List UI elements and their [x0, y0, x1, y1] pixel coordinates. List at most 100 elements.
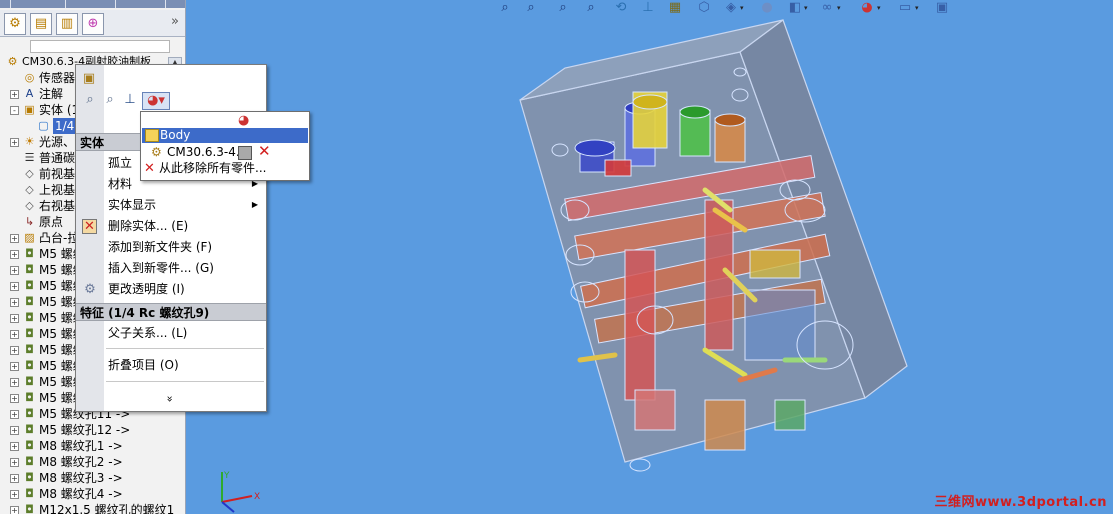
part-appearance-item[interactable]: CM30.6.3-4... — [167, 145, 247, 160]
display-style-icon[interactable]: ⬡ — [696, 0, 712, 16]
expand-icon[interactable]: + — [10, 394, 19, 403]
remove-appearance-icon[interactable]: ✕ — [258, 142, 271, 160]
tree-filter-input[interactable] — [30, 40, 170, 53]
expand-icon[interactable]: + — [10, 506, 19, 514]
normal-to-icon[interactable]: ⊥ — [122, 92, 138, 108]
triad-y-label: Y — [223, 471, 230, 481]
collapse-items-menu-item[interactable]: 折叠项目 (O) — [108, 356, 179, 374]
shadows-icon[interactable]: ▭ — [897, 0, 913, 16]
appearance-sphere-icon: ◕ — [238, 113, 250, 128]
expand-icon[interactable]: + — [10, 474, 19, 483]
change-transparency-menu-item[interactable]: 更改透明度 (I) — [108, 280, 185, 298]
expand-icon[interactable]: + — [10, 362, 19, 371]
zoom-to-selection-icon[interactable]: ⌕ — [102, 92, 118, 108]
expand-icon[interactable]: + — [10, 138, 19, 147]
tree-item-label: M8 螺纹孔3 -> — [39, 471, 123, 485]
watermark: 三维网www.3dportal.cn — [934, 495, 1107, 510]
tree-item[interactable]: + ◘ M8 螺纹孔3 -> — [0, 470, 185, 486]
more-items-chevron[interactable]: » — [163, 390, 176, 408]
edit-appearance-icon[interactable]: ● — [759, 0, 775, 16]
parent-child-menu-item[interactable]: 父子关系... (L) — [108, 324, 187, 342]
hole-wizard-icon: ◘ — [25, 487, 34, 500]
expand-icon[interactable]: + — [10, 458, 19, 467]
solid-body-folder-icon: ▣ — [24, 103, 35, 116]
origin-icon: ↳ — [24, 215, 35, 228]
expand-icon[interactable]: + — [10, 314, 19, 323]
realview-icon[interactable]: ◕ — [859, 0, 875, 16]
expand-panel-button[interactable]: » — [171, 14, 179, 29]
plane-icon: ◇ — [25, 199, 34, 212]
hole-wizard-icon: ◘ — [25, 279, 34, 292]
tree-item-label: M5 螺纹孔12 -> — [39, 423, 131, 437]
annotation-icon: A — [25, 87, 34, 100]
plane-icon: ◇ — [25, 183, 34, 196]
expand-icon[interactable]: + — [10, 426, 19, 435]
hole-wizard-icon: ◘ — [25, 439, 34, 452]
tree-item-label: M8 螺纹孔4 -> — [39, 487, 123, 501]
body-display-menu-item[interactable]: 实体显示 — [108, 196, 156, 214]
tree-item[interactable]: + ◘ M8 螺纹孔1 -> — [0, 438, 185, 454]
expand-icon[interactable]: + — [10, 490, 19, 499]
expand-icon[interactable]: + — [10, 378, 19, 387]
expand-icon[interactable]: + — [10, 90, 19, 99]
expand-icon[interactable]: + — [10, 250, 19, 259]
expand-icon[interactable]: + — [10, 266, 19, 275]
zoom-to-fit-icon[interactable]: ⌕ — [497, 0, 513, 16]
isolate-menu-item[interactable]: 孤立 — [108, 154, 132, 172]
add-to-new-folder-menu-item[interactable]: 添加到新文件夹 (F) — [108, 238, 212, 256]
rotate-icon[interactable]: ⟲ — [613, 0, 629, 16]
delete-body-menu-item[interactable]: 删除实体... (E) — [108, 217, 188, 235]
expand-icon[interactable]: + — [10, 442, 19, 451]
triad-x-label: X — [254, 492, 260, 502]
tree-item-label: M12x1.5 螺纹孔的螺纹1 — [39, 503, 175, 514]
view-orientation-icon[interactable]: ▦ — [667, 0, 683, 16]
property-manager-icon[interactable]: ▤ — [30, 13, 52, 35]
expand-icon[interactable]: + — [10, 282, 19, 291]
hole-wizard-icon: ◘ — [25, 327, 34, 340]
ambient-occlusion-icon[interactable]: ▣ — [934, 0, 950, 16]
remove-all-parts-item[interactable]: 从此移除所有零件... — [159, 161, 266, 176]
configuration-manager-icon[interactable]: ▥ — [56, 13, 78, 35]
body-appearance-item[interactable]: Body — [160, 128, 190, 143]
expand-icon[interactable]: + — [10, 346, 19, 355]
hide-show-icon[interactable]: ◈ — [723, 0, 739, 16]
previous-view-icon[interactable]: ⌕ — [555, 0, 571, 16]
tree-item[interactable]: + ◘ M12x1.5 螺纹孔的螺纹1 — [0, 502, 185, 514]
tree-item-label: M8 螺纹孔2 -> — [39, 455, 123, 469]
tree-item[interactable]: + ◘ M8 螺纹孔4 -> — [0, 486, 185, 502]
hole-wizard-icon: ◘ — [25, 375, 34, 388]
zoom-to-selection-icon[interactable]: ⌕ — [82, 92, 98, 108]
tree-item-label: 原点 — [39, 215, 64, 229]
body-icon — [145, 129, 159, 142]
color-swatch[interactable] — [238, 146, 252, 160]
material-menu-item[interactable]: 材料 — [108, 175, 132, 193]
insert-into-new-part-menu-item[interactable]: 插入到新零件... (G) — [108, 259, 214, 277]
part-model[interactable] — [185, 0, 1113, 514]
appearance-icon[interactable]: ◕▾ — [142, 92, 170, 110]
apply-scene-icon[interactable]: ◧ — [787, 0, 803, 16]
transparency-icon: ⚙ — [84, 282, 96, 297]
section-view-icon[interactable]: ⊥ — [640, 0, 656, 16]
sensor-icon: ◎ — [24, 71, 35, 84]
lights-icon: ☀ — [24, 135, 35, 148]
hole-wizard-icon: ◘ — [25, 503, 34, 514]
hole-wizard-icon: ◘ — [25, 391, 34, 404]
edit-feature-icon[interactable]: ▣ — [81, 71, 97, 87]
hole-wizard-icon: ◘ — [25, 295, 34, 308]
expand-icon[interactable]: + — [10, 298, 19, 307]
feature-manager-icon[interactable]: ⚙ — [4, 13, 26, 35]
hole-wizard-icon: ◘ — [25, 407, 34, 420]
view-settings-icon[interactable]: ∞ — [819, 0, 835, 16]
hole-wizard-icon: ◘ — [25, 455, 34, 468]
tree-item[interactable]: + ◘ M5 螺纹孔12 -> — [0, 422, 185, 438]
tree-item[interactable]: + ◘ M8 螺纹孔2 -> — [0, 454, 185, 470]
solid-body-icon: ▢ — [38, 119, 49, 132]
expand-icon[interactable]: + — [10, 330, 19, 339]
dimxpert-icon[interactable]: ⊕ — [82, 13, 104, 35]
expand-icon[interactable]: + — [10, 410, 19, 419]
graphics-area[interactable] — [185, 0, 1113, 514]
zoom-to-area-icon[interactable]: ⌕ — [523, 0, 539, 16]
expand-icon[interactable]: + — [10, 234, 19, 243]
zoom-in-out-icon[interactable]: ⌕ — [583, 0, 599, 16]
collapse-icon[interactable]: - — [10, 106, 19, 115]
